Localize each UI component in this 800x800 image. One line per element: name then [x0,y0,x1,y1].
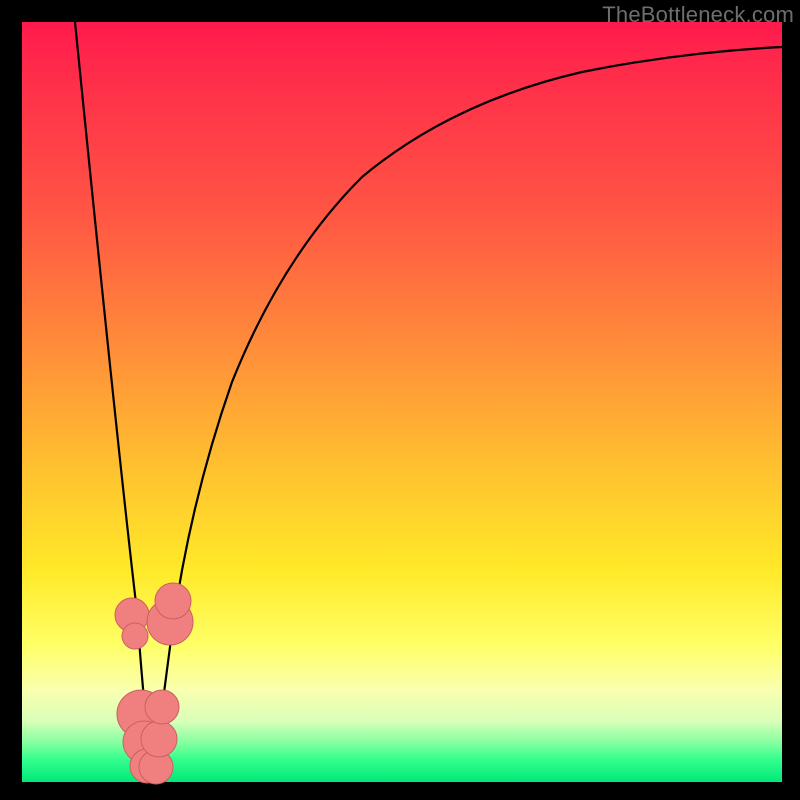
chart-marker [145,690,179,724]
chart-marker [141,721,177,757]
chart-plot-area [22,22,782,782]
curve-left-branch [75,22,153,782]
curve-right-branch [153,47,782,782]
marker-group [115,583,193,784]
chart-marker [155,583,191,619]
chart-svg [22,22,782,782]
chart-marker [122,623,148,649]
chart-frame: TheBottleneck.com [0,0,800,800]
watermark-label: TheBottleneck.com [602,2,794,28]
